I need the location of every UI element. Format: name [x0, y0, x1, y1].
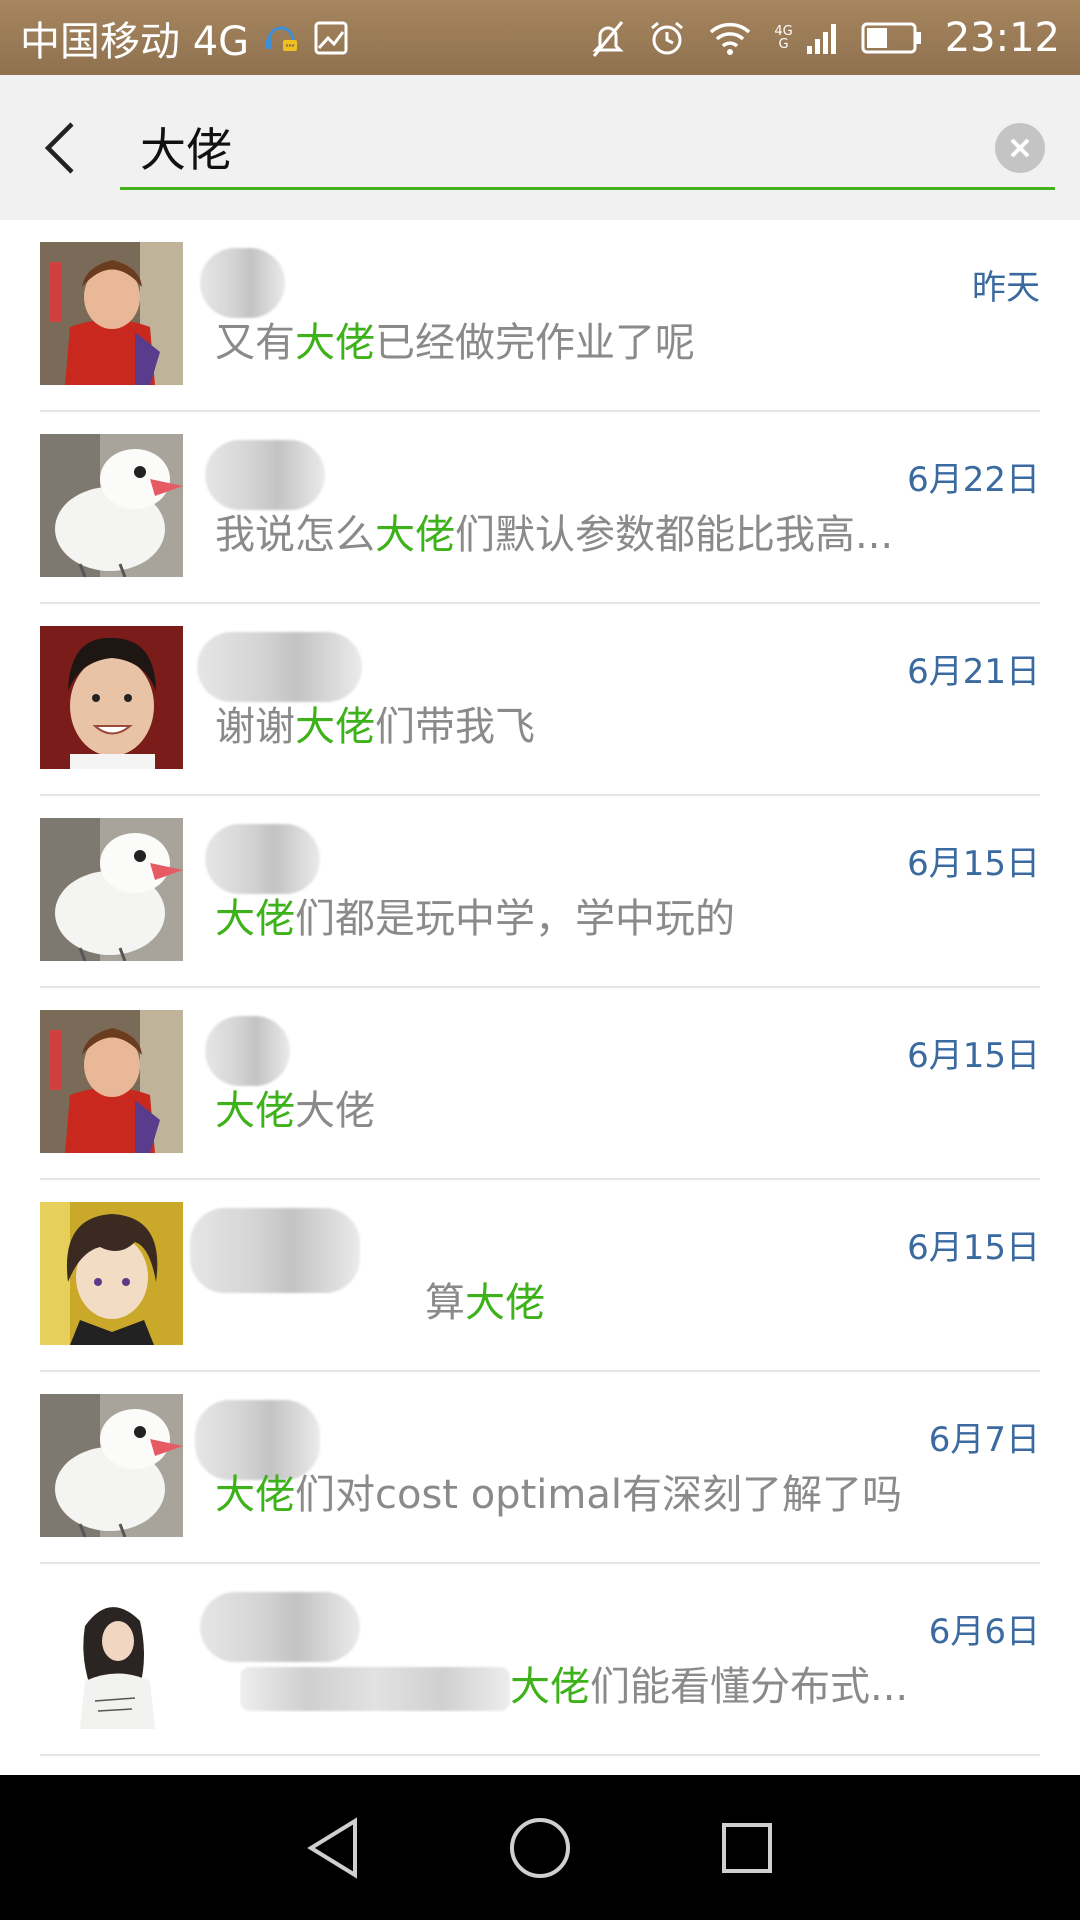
avatar	[40, 1202, 183, 1345]
message-snippet: 我说怎么大佬们默认参数都能比我高...	[215, 502, 960, 560]
recent-square-icon	[721, 1822, 772, 1873]
result-item[interactable]: 6月15日 大佬们都是玩中学，学中玩的	[0, 796, 1080, 988]
network-bottom-label: G	[778, 36, 789, 52]
snippet-highlight: 大佬	[295, 320, 375, 366]
crying-girl-avatar-icon	[40, 242, 183, 385]
contact-name-redacted	[200, 248, 285, 318]
result-item[interactable]: 6月7日 大佬们对cost optimal有深刻了解了吗	[0, 1372, 1080, 1564]
woman-white-shirt-avatar-icon	[40, 1586, 183, 1729]
anime-boy-avatar-icon	[40, 1202, 183, 1345]
back-button[interactable]	[30, 113, 90, 183]
result-date: 6月6日	[928, 1612, 1040, 1652]
result-date: 6月15日	[907, 1036, 1040, 1076]
headset-message-icon	[261, 18, 301, 58]
contact-name-redacted	[197, 632, 362, 702]
message-snippet: 大佬们都是玩中学，学中玩的	[215, 886, 960, 944]
avatar	[40, 434, 183, 577]
search-header	[0, 75, 1080, 220]
snippet-text: 们对cost optimal有深刻了解了吗	[295, 1472, 902, 1518]
message-snippet: 大佬大佬	[215, 1078, 960, 1136]
result-item[interactable]: 昨天 又有大佬已经做完作业了呢	[0, 220, 1080, 412]
snippet-text: 算	[425, 1280, 465, 1326]
contact-name-redacted	[205, 440, 325, 510]
contact-name-redacted	[190, 1208, 360, 1293]
network-type: 4G G	[774, 25, 792, 51]
avatar	[40, 1394, 183, 1537]
message-snippet: 谢谢大佬们带我飞	[215, 694, 960, 752]
result-item[interactable]: 6月15日 大佬大佬	[0, 988, 1080, 1180]
snippet-text: 们带我飞	[375, 704, 535, 750]
snippet-text: 们能看懂分布式...	[590, 1664, 909, 1710]
snippet-text: 大佬	[295, 1088, 375, 1134]
avatar	[40, 242, 183, 385]
message-snippet: 大佬们对cost optimal有深刻了解了吗	[215, 1462, 960, 1520]
back-triangle-icon	[307, 1816, 358, 1879]
snippet-text: 们都是玩中学，学中玩的	[295, 896, 735, 942]
avatar	[40, 1586, 183, 1729]
snippet-redacted	[240, 1667, 510, 1711]
contact-name-redacted	[200, 1592, 360, 1662]
result-date: 6月7日	[928, 1420, 1040, 1460]
search-results-list: 昨天 又有大佬已经做完作业了呢 6月22日 我说怎么大佬们默认参数都能比我高..…	[0, 220, 1080, 1756]
snippet-text: 谢谢	[215, 704, 295, 750]
alarm-icon	[648, 19, 686, 57]
nav-recents-button[interactable]	[702, 1803, 792, 1893]
message-snippet: 大佬们能看懂分布式...	[240, 1654, 960, 1712]
contact-name-redacted	[205, 1016, 290, 1086]
snippet-text: 们默认参数都能比我高...	[455, 512, 894, 558]
snippet-highlight: 大佬	[510, 1664, 590, 1710]
network-top-label: 4G	[774, 23, 793, 39]
snippet-text: 已经做完作业了呢	[375, 320, 695, 366]
image-icon	[313, 20, 349, 56]
result-date: 6月15日	[907, 844, 1040, 884]
snippet-text: 又有	[215, 320, 295, 366]
white-bird-avatar-icon	[40, 434, 183, 577]
avatar	[40, 818, 183, 961]
message-snippet: 算大佬	[425, 1270, 960, 1328]
result-date: 昨天	[972, 268, 1040, 308]
close-icon	[1010, 138, 1030, 158]
result-date: 6月21日	[907, 652, 1040, 692]
carrier-label: 中国移动 4G	[20, 18, 250, 65]
avatar	[40, 626, 183, 769]
crying-girl-avatar-icon	[40, 1010, 183, 1153]
snippet-highlight: 大佬	[215, 896, 295, 942]
search-underline	[120, 187, 1055, 190]
smiling-man-avatar-icon	[40, 626, 183, 769]
result-item[interactable]: 6月6日 大佬们能看懂分布式...	[0, 1564, 1080, 1756]
home-circle-icon	[509, 1817, 570, 1878]
result-item[interactable]: 6月22日 我说怎么大佬们默认参数都能比我高...	[0, 412, 1080, 604]
signal-icon	[805, 20, 839, 56]
snippet-highlight: 大佬	[295, 704, 375, 750]
snippet-highlight: 大佬	[465, 1280, 545, 1326]
system-nav-bar	[0, 1775, 1080, 1920]
snippet-highlight: 大佬	[375, 512, 455, 558]
mute-icon	[590, 18, 626, 58]
result-date: 6月22日	[907, 460, 1040, 500]
message-snippet: 又有大佬已经做完作业了呢	[215, 310, 960, 368]
contact-name-redacted	[205, 824, 320, 894]
avatar	[40, 1010, 183, 1153]
snippet-text: 我说怎么	[215, 512, 375, 558]
nav-back-button[interactable]	[288, 1803, 378, 1893]
wifi-icon	[708, 20, 752, 56]
clear-search-button[interactable]	[995, 123, 1045, 173]
status-bar: 中国移动 4G 4G G 23:12	[0, 0, 1080, 75]
white-bird-avatar-icon	[40, 1394, 183, 1537]
chevron-left-icon	[44, 122, 74, 174]
result-item[interactable]: 6月15日 算大佬	[0, 1180, 1080, 1372]
battery-icon	[861, 21, 923, 55]
result-item[interactable]: 6月21日 谢谢大佬们带我飞	[0, 604, 1080, 796]
snippet-highlight: 大佬	[215, 1472, 295, 1518]
search-input[interactable]	[140, 117, 840, 177]
snippet-highlight: 大佬	[215, 1088, 295, 1134]
clock: 23:12	[944, 14, 1060, 61]
divider	[40, 1754, 1040, 1756]
nav-home-button[interactable]	[495, 1803, 585, 1893]
white-bird-avatar-icon	[40, 818, 183, 961]
result-date: 6月15日	[907, 1228, 1040, 1268]
